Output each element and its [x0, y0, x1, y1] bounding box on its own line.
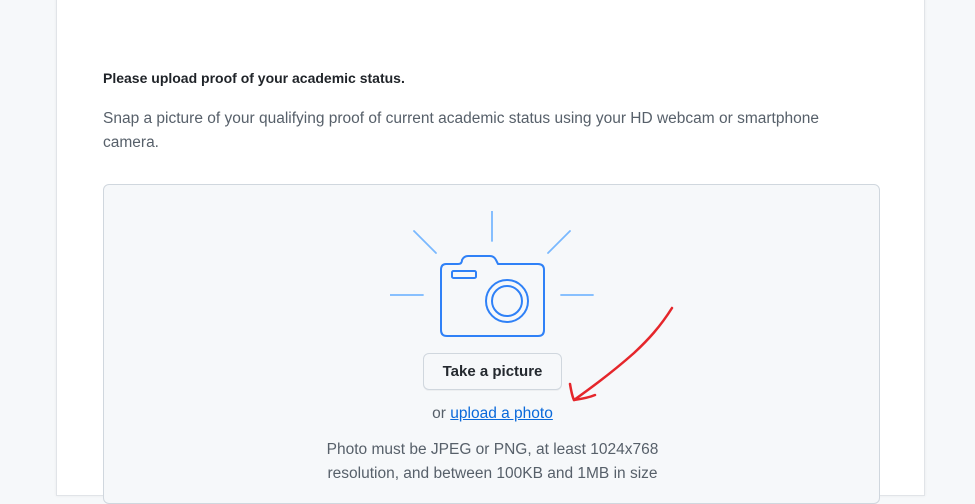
photo-upload-area: Take a picture or upload a photo Photo m…	[103, 184, 880, 504]
instructions-text: Snap a picture of your qualifying proof …	[103, 110, 819, 151]
ray-top-right	[547, 230, 571, 254]
take-picture-button[interactable]: Take a picture	[423, 353, 562, 390]
photo-requirements: Photo must be JPEG or PNG, at least 1024…	[104, 438, 881, 486]
page-heading: Please upload proof of your academic sta…	[103, 70, 405, 86]
upload-photo-link[interactable]: upload a photo	[450, 405, 553, 422]
verification-card: Please upload proof of your academic sta…	[56, 0, 925, 504]
ray-top-left	[413, 230, 437, 254]
or-text: or	[432, 405, 446, 422]
camera-icon	[390, 211, 594, 337]
requirements-line-1: Photo must be JPEG or PNG, at least 1024…	[326, 441, 659, 458]
requirements-line-2: resolution, and between 100KB and 1MB in…	[327, 465, 658, 482]
upload-alternative: or upload a photo	[104, 405, 881, 423]
